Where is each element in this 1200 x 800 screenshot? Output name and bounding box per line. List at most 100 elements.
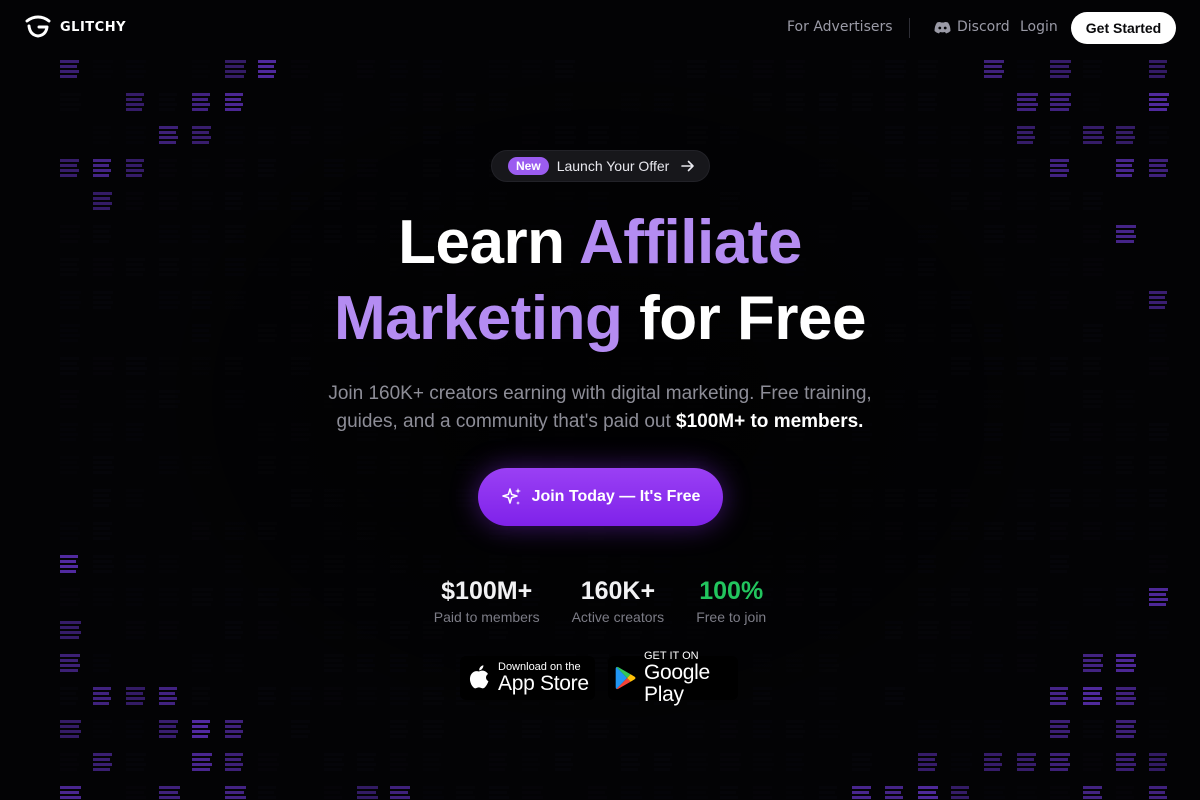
brand-logo[interactable]: GLITCHY bbox=[24, 15, 126, 39]
glitch-tile bbox=[1149, 456, 1167, 474]
glitch-tile bbox=[753, 60, 774, 78]
glitch-tile bbox=[192, 456, 212, 474]
glitch-tile bbox=[1083, 720, 1104, 738]
glitch-tile bbox=[423, 555, 441, 573]
glitch-tile bbox=[225, 654, 244, 672]
join-today-button[interactable]: Join Today — It's Free bbox=[478, 468, 723, 526]
glitch-tile bbox=[258, 786, 276, 799]
glitch-tile bbox=[786, 60, 805, 78]
glitch-tile bbox=[852, 522, 871, 540]
glitch-tile bbox=[687, 753, 708, 771]
glitch-tile bbox=[720, 60, 739, 78]
glitch-tile bbox=[324, 753, 344, 771]
glitch-tile bbox=[720, 126, 739, 144]
glitch-tile bbox=[1149, 555, 1168, 573]
glitch-tile bbox=[423, 786, 444, 799]
glitch-tile bbox=[423, 753, 441, 771]
glitch-tile bbox=[1149, 93, 1169, 111]
glitch-tile bbox=[159, 555, 179, 573]
glitch-tile bbox=[126, 687, 145, 705]
glitch-tile bbox=[225, 159, 245, 177]
glitch-tile bbox=[819, 522, 838, 540]
glitch-tile bbox=[390, 126, 408, 144]
glitch-tile bbox=[126, 720, 144, 738]
glitch-tile bbox=[1116, 390, 1135, 408]
glitch-tile bbox=[357, 687, 377, 705]
hero-subtext: Join 160K+ creators earning with digital… bbox=[300, 380, 900, 436]
glitch-tile bbox=[159, 390, 180, 408]
glitch-tile bbox=[852, 753, 872, 771]
announcement-pill[interactable]: New Launch Your Offer bbox=[491, 150, 710, 182]
glitch-tile bbox=[60, 720, 81, 738]
glitch-tile bbox=[555, 60, 575, 78]
glitch-tile bbox=[225, 786, 246, 799]
glitch-tile bbox=[918, 126, 938, 144]
glitch-tile bbox=[93, 753, 112, 771]
glitch-tile bbox=[60, 522, 80, 540]
glitch-tile bbox=[951, 357, 971, 375]
glitch-tile bbox=[456, 522, 475, 540]
nav-discord[interactable]: Discord bbox=[934, 19, 1010, 35]
glitch-tile bbox=[456, 786, 475, 799]
glitch-tile bbox=[1116, 159, 1134, 177]
glitch-tile bbox=[93, 555, 114, 573]
nav-for-advertisers[interactable]: For Advertisers bbox=[787, 19, 893, 35]
google-play-icon bbox=[615, 666, 636, 690]
glitch-tile bbox=[1083, 489, 1101, 507]
glitch-tile bbox=[456, 456, 476, 474]
glitch-tile bbox=[258, 687, 276, 705]
glitch-tile bbox=[1116, 753, 1136, 771]
glitch-tile bbox=[258, 423, 276, 441]
glitch-tile bbox=[918, 720, 939, 738]
glitch-tile bbox=[258, 753, 279, 771]
glitch-tile bbox=[291, 60, 310, 78]
glitch-tile bbox=[984, 720, 1002, 738]
glitch-tile bbox=[423, 126, 441, 144]
glitch-tile bbox=[1149, 489, 1167, 507]
glitch-tile bbox=[687, 357, 706, 375]
glitch-tile bbox=[555, 753, 573, 771]
glitch-tile bbox=[654, 786, 673, 799]
glitch-tile bbox=[621, 720, 640, 738]
arrow-right-icon bbox=[681, 160, 695, 172]
nav-login[interactable]: Login bbox=[1020, 19, 1058, 35]
get-started-button[interactable]: Get Started bbox=[1071, 12, 1176, 44]
glitch-tile bbox=[1083, 423, 1103, 441]
glitch-tile bbox=[1017, 489, 1035, 507]
glitch-tile bbox=[291, 687, 312, 705]
glitch-tile bbox=[1149, 786, 1167, 799]
glitch-tile bbox=[93, 357, 114, 375]
glitch-tile bbox=[390, 522, 411, 540]
app-store-badge[interactable]: Download on the App Store bbox=[460, 656, 595, 700]
glitch-tile bbox=[654, 753, 672, 771]
glitch-tile bbox=[819, 93, 838, 111]
glitch-tile bbox=[918, 753, 937, 771]
google-play-big: Google Play bbox=[644, 661, 710, 706]
glitch-tile bbox=[918, 390, 938, 408]
glitch-tile bbox=[819, 126, 839, 144]
glitch-tile bbox=[159, 357, 179, 375]
glitch-tile bbox=[291, 456, 309, 474]
new-badge: New bbox=[508, 157, 549, 175]
glitch-tile bbox=[159, 687, 177, 705]
glitch-tile bbox=[324, 786, 342, 799]
glitch-tile bbox=[621, 357, 642, 375]
join-today-label: Join Today — It's Free bbox=[531, 488, 701, 505]
glitch-tile bbox=[819, 357, 840, 375]
glitch-tile bbox=[1083, 357, 1101, 375]
glitch-tile bbox=[258, 456, 276, 474]
glitch-tile bbox=[885, 126, 905, 144]
glitch-tile bbox=[126, 159, 144, 177]
glitch-tile bbox=[60, 159, 79, 177]
glitch-tile bbox=[357, 159, 378, 177]
glitch-tile bbox=[1116, 786, 1134, 799]
glitch-tile bbox=[291, 555, 309, 573]
glitch-tile bbox=[522, 357, 543, 375]
glitch-tile bbox=[1050, 423, 1071, 441]
google-play-badge[interactable]: GET IT ON Google Play bbox=[608, 650, 738, 706]
glitch-tile bbox=[1017, 522, 1036, 540]
glitch-tile bbox=[1050, 159, 1069, 177]
glitch-tile bbox=[192, 720, 210, 738]
glitch-tile bbox=[1017, 159, 1036, 177]
stat-paid: $100M+ Paid to members bbox=[434, 575, 540, 635]
